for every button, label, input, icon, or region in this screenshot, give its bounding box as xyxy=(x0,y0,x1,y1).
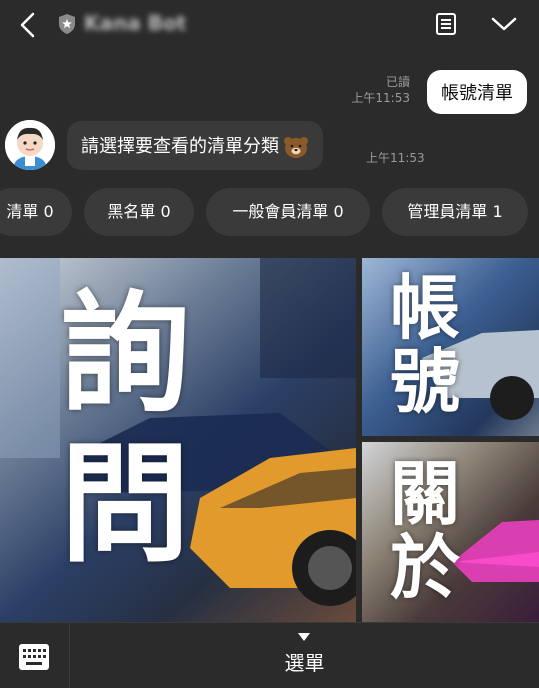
chevron-down-icon[interactable] xyxy=(490,14,518,34)
back-icon[interactable] xyxy=(16,11,40,39)
chat-header: Kana Bot xyxy=(0,0,539,50)
incoming-message-text: 請選擇要查看的清單分類 xyxy=(81,136,279,157)
bear-emoji-icon xyxy=(284,137,308,158)
message-meta: 已讀 上午11:53 xyxy=(340,74,410,106)
menu-label: 選單 xyxy=(284,651,325,675)
rich-menu-tile-about[interactable]: 關 於 xyxy=(362,442,539,622)
tile-account-line-2: 號 xyxy=(390,341,460,423)
tile-about-line-2: 於 xyxy=(390,527,460,609)
bot-avatar[interactable] xyxy=(5,120,55,170)
outgoing-message[interactable]: 帳號清單 xyxy=(427,70,527,114)
quick-reply-member-list[interactable]: 一般會員清單 0 xyxy=(206,188,370,236)
notes-icon[interactable] xyxy=(434,12,458,36)
incoming-time: 上午11:53 xyxy=(366,151,425,165)
read-status: 已讀 xyxy=(385,75,410,89)
tile-inquiry-line-1: 詢 xyxy=(60,278,191,430)
menu-toggle-button[interactable]: 選單 xyxy=(70,623,539,688)
shield-star-icon xyxy=(59,14,75,34)
quick-reply-blacklist[interactable]: 黑名單 0 xyxy=(84,188,194,236)
rich-menu: 詢 問 帳 號 關 於 xyxy=(0,258,539,622)
rich-menu-tile-account[interactable]: 帳 號 xyxy=(362,258,539,436)
incoming-message[interactable]: 請選擇要查看的清單分類 xyxy=(67,121,323,170)
keyboard-icon[interactable] xyxy=(19,644,49,670)
chat-title: Kana Bot xyxy=(84,11,187,35)
quick-reply-admin-list[interactable]: 管理員清單 1 xyxy=(382,188,528,236)
tile-inquiry-line-2: 問 xyxy=(60,428,191,580)
footer-bar: 選單 xyxy=(0,622,539,688)
caret-down-icon xyxy=(298,633,310,641)
quick-reply-list[interactable]: 清單 0 xyxy=(0,188,72,236)
tile-account-line-1: 帳 xyxy=(390,267,460,349)
avatar-illustration xyxy=(5,120,55,170)
rich-menu-tile-inquiry[interactable]: 詢 問 xyxy=(0,258,356,622)
tile-about-line-1: 關 xyxy=(390,453,460,535)
message-time: 上午11:53 xyxy=(351,91,410,105)
